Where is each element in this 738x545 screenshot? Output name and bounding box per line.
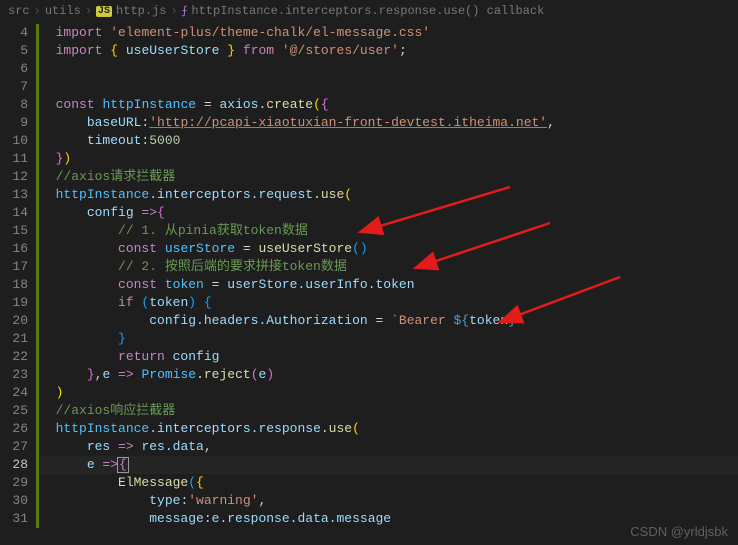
code-line[interactable]: config.headers.Authorization = `Bearer $…: [40, 312, 738, 330]
watermark: CSDN @yrldjsbk: [630, 524, 728, 539]
code-line[interactable]: baseURL:'http://pcapi-xiaotuxian-front-d…: [40, 114, 738, 132]
code-line[interactable]: res => res.data,: [40, 438, 738, 456]
code-line-active[interactable]: e =>{: [40, 456, 738, 474]
chevron-right-icon: ›: [34, 4, 41, 18]
code-line[interactable]: ElMessage({: [40, 474, 738, 492]
code-line[interactable]: const userStore = useUserStore(): [40, 240, 738, 258]
code-line[interactable]: //axios响应拦截器: [40, 402, 738, 420]
code-line[interactable]: import 'element-plus/theme-chalk/el-mess…: [40, 24, 738, 42]
code-line[interactable]: httpInstance.interceptors.response.use(: [40, 420, 738, 438]
code-line[interactable]: const token = userStore.userInfo.token: [40, 276, 738, 294]
js-file-icon: JS: [96, 6, 112, 17]
code-line[interactable]: config =>{: [40, 204, 738, 222]
code-line[interactable]: [40, 60, 738, 78]
code-editor[interactable]: 45678910 11121314151617 18192021222324 2…: [0, 22, 738, 545]
code-line[interactable]: import { useUserStore } from '@/stores/u…: [40, 42, 738, 60]
code-line[interactable]: // 2. 按照后端的要求拼接token数据: [40, 258, 738, 276]
code-line[interactable]: [40, 78, 738, 96]
chevron-right-icon: ›: [170, 4, 177, 18]
breadcrumb-folder[interactable]: src: [8, 4, 30, 18]
code-line[interactable]: // 1. 从pinia获取token数据: [40, 222, 738, 240]
code-line[interactable]: ): [40, 384, 738, 402]
code-line[interactable]: if (token) {: [40, 294, 738, 312]
code-line[interactable]: },e => Promise.reject(e): [40, 366, 738, 384]
breadcrumb-file[interactable]: http.js: [116, 4, 166, 18]
code-line[interactable]: httpInstance.interceptors.request.use(: [40, 186, 738, 204]
code-line[interactable]: //axios请求拦截器: [40, 168, 738, 186]
line-number-gutter: 45678910 11121314151617 18192021222324 2…: [0, 22, 40, 545]
breadcrumb: src › utils › JS http.js › ⨍ httpInstanc…: [0, 0, 738, 22]
chevron-right-icon: ›: [85, 4, 92, 18]
code-area[interactable]: import 'element-plus/theme-chalk/el-mess…: [40, 22, 738, 545]
code-line[interactable]: }: [40, 330, 738, 348]
code-line[interactable]: }): [40, 150, 738, 168]
function-icon: ⨍: [182, 4, 188, 18]
breadcrumb-symbol[interactable]: httpInstance.interceptors.response.use()…: [191, 4, 544, 18]
code-line[interactable]: type:'warning',: [40, 492, 738, 510]
code-line[interactable]: timeout:5000: [40, 132, 738, 150]
code-line[interactable]: return config: [40, 348, 738, 366]
code-line[interactable]: const httpInstance = axios.create({: [40, 96, 738, 114]
breadcrumb-folder[interactable]: utils: [45, 4, 81, 18]
